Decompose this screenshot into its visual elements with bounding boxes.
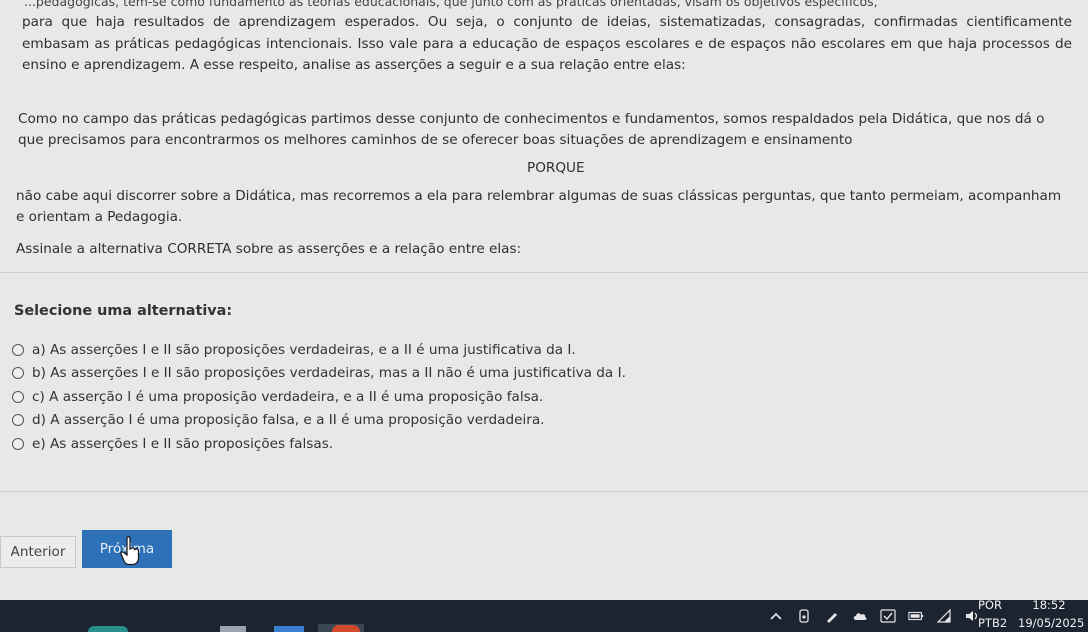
option-label: c) A asserção I é uma proposição verdade… xyxy=(32,388,544,405)
radio-button[interactable] xyxy=(12,437,24,450)
option-b[interactable]: b) As asserções I e II são proposições v… xyxy=(12,362,626,384)
taskbar-app-icon[interactable] xyxy=(220,626,246,632)
assertion-connector: PORQUE xyxy=(527,160,585,176)
question-intro: para que haja resultados de aprendizagem… xyxy=(22,14,1072,73)
pen-icon[interactable] xyxy=(824,608,840,624)
windows-security-icon[interactable] xyxy=(880,608,896,624)
wifi-icon[interactable] xyxy=(936,608,952,624)
radio-button[interactable] xyxy=(12,344,24,356)
question-instruction: Assinale a alternativa CORRETA sobre as … xyxy=(16,241,522,257)
language-code: POR xyxy=(978,598,1002,612)
alternatives-list: a) As asserções I e II são proposições v… xyxy=(12,339,626,456)
chevron-up-icon[interactable] xyxy=(768,608,784,624)
browser-icon[interactable] xyxy=(332,625,360,632)
assertion-2: não cabe aqui discorrer sobre a Didática… xyxy=(16,188,1062,225)
option-e[interactable]: e) As asserções I e II são proposições f… xyxy=(12,433,626,455)
previous-button[interactable]: Anterior xyxy=(0,536,76,568)
question-text-cut-line: ...pedagógicas, tem-se como fundamento a… xyxy=(24,0,878,9)
option-d[interactable]: d) A asserção I é uma proposição falsa, … xyxy=(12,409,626,431)
option-label: e) As asserções I e II são proposições f… xyxy=(32,435,334,452)
keyboard-layout: PTB2 xyxy=(978,616,1008,630)
clock-date: 19/05/2025 xyxy=(1018,616,1085,630)
radio-button[interactable] xyxy=(12,367,24,380)
assertion-1: Como no campo das práticas pedagógicas p… xyxy=(18,111,1045,148)
security-icon[interactable] xyxy=(796,608,812,624)
clock-time: 18:52 xyxy=(1032,598,1066,612)
radio-button[interactable] xyxy=(12,414,24,427)
taskbar-app-icon[interactable] xyxy=(274,626,304,632)
option-a[interactable]: a) As asserções I e II são proposições v… xyxy=(12,339,626,361)
radio-button[interactable] xyxy=(12,390,24,403)
option-label: a) As asserções I e II são proposições v… xyxy=(32,342,576,358)
input-language-indicator[interactable]: POR PTB2 xyxy=(978,596,1007,632)
taskbar-clock[interactable]: 18:52 19/05/2025 xyxy=(1018,596,1085,632)
select-alternative-title: Selecione uma alternativa: xyxy=(14,303,233,319)
divider xyxy=(0,272,1088,273)
option-c[interactable]: c) A asserção I é uma proposição verdade… xyxy=(12,386,626,408)
hand-cursor-icon xyxy=(120,536,140,566)
taskbar-app-icon[interactable] xyxy=(88,626,128,632)
option-label: d) A asserção I é uma proposição falsa, … xyxy=(32,412,545,429)
system-tray xyxy=(762,600,986,632)
cloud-icon[interactable] xyxy=(852,608,868,624)
windows-taskbar xyxy=(0,600,1088,632)
exam-page: ...pedagógicas, tem-se como fundamento a… xyxy=(0,0,1088,632)
divider xyxy=(0,491,1088,492)
option-label: b) As asserções I e II são proposições v… xyxy=(32,365,626,382)
battery-icon[interactable] xyxy=(908,608,924,624)
